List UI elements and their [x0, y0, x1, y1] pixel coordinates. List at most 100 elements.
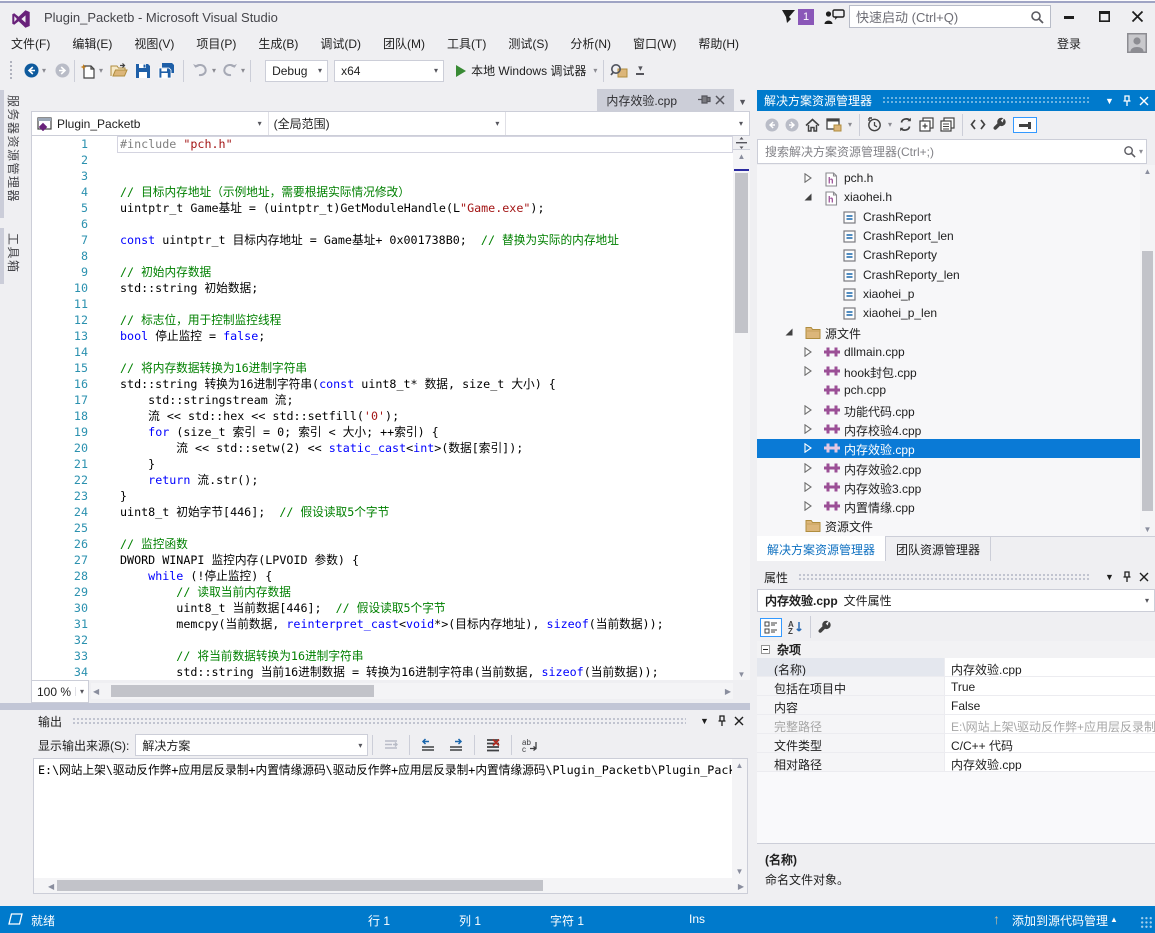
- quick-launch-search[interactable]: 快速启动 (Ctrl+Q): [849, 5, 1051, 28]
- property-row-2[interactable]: 包括在项目中True: [757, 677, 1155, 696]
- source-control-expand-icon[interactable]: ▲: [1110, 915, 1118, 924]
- menu-item-5[interactable]: 生成(B): [247, 31, 309, 56]
- undo-dropdown[interactable]: ▾: [209, 66, 219, 75]
- scroll-left-arrow[interactable]: ◀: [93, 687, 99, 696]
- tree-item-CrashReporty_len[interactable]: CrashReporty_len: [757, 266, 1138, 285]
- solution-explorer-menu-icon[interactable]: ▼: [1101, 93, 1118, 109]
- solution-explorer-title-bar[interactable]: 解决方案资源管理器 ▼: [757, 90, 1155, 111]
- new-file-icon[interactable]: [79, 63, 96, 79]
- collapsed-arrow-icon[interactable]: [803, 501, 813, 511]
- navbar-project-dropdown[interactable]: Plugin_Packetb ▾: [32, 112, 269, 135]
- platform-combo[interactable]: x64▾: [334, 60, 444, 82]
- clear-all-icon[interactable]: [485, 738, 501, 752]
- property-row-6[interactable]: 相对路径内存效验.cpp: [757, 753, 1155, 772]
- tab-toolbox[interactable]: 工具箱: [0, 228, 30, 284]
- tree-item-xiaohei.h[interactable]: hxiaohei.h: [757, 188, 1138, 207]
- collapse-all-icon[interactable]: [919, 117, 934, 132]
- property-row-3[interactable]: 内容False: [757, 696, 1155, 715]
- tree-item-内存效验3.cpp[interactable]: 内存效验3.cpp: [757, 478, 1138, 497]
- expanded-arrow-icon[interactable]: [784, 327, 794, 337]
- property-value[interactable]: 内存效验.cpp: [944, 753, 1155, 772]
- collapsed-arrow-icon[interactable]: [803, 463, 813, 473]
- notification-count-badge[interactable]: 1: [798, 9, 814, 25]
- tree-item-内置情缘.cpp[interactable]: 内置情缘.cpp: [757, 497, 1138, 516]
- output-scroll-up[interactable]: ▲: [732, 761, 747, 770]
- menu-item-9[interactable]: 测试(S): [497, 31, 559, 56]
- output-content[interactable]: E:\网站上架\驱动反作弊+应用层反录制+内置情缘源码\驱动反作弊+应用层反录制…: [33, 758, 748, 894]
- switch-views-icon[interactable]: [826, 117, 842, 132]
- property-value[interactable]: C/C++ 代码: [944, 734, 1155, 753]
- promote-preview-pin-icon[interactable]: [697, 94, 711, 106]
- collapsed-arrow-icon[interactable]: [803, 424, 813, 434]
- tree-item-内存效验.cpp[interactable]: 内存效验.cpp: [757, 439, 1155, 458]
- output-close-icon[interactable]: [730, 713, 747, 729]
- categorized-icon[interactable]: [760, 618, 782, 637]
- properties-pin-icon[interactable]: [1118, 569, 1135, 585]
- document-well-dropdown[interactable]: ▼: [738, 97, 747, 107]
- open-file-icon[interactable]: [110, 63, 128, 78]
- se-scroll-down[interactable]: ▼: [1140, 525, 1155, 534]
- menu-item-12[interactable]: 帮助(H): [687, 31, 750, 56]
- se-scroll-up[interactable]: ▲: [1140, 167, 1155, 176]
- add-to-source-control[interactable]: 添加到源代码管理: [1012, 912, 1108, 929]
- output-horizontal-scrollbar[interactable]: ◀ ▶: [34, 878, 747, 893]
- tree-item-pch.h[interactable]: hpch.h: [757, 169, 1138, 188]
- code-editor[interactable]: 1234567891011121314151617181920212223242…: [31, 136, 750, 680]
- scroll-up-arrow[interactable]: ▲: [733, 152, 750, 161]
- menu-item-8[interactable]: 工具(T): [436, 31, 497, 56]
- collapsed-arrow-icon[interactable]: [803, 366, 813, 376]
- editor-vertical-scrollbar[interactable]: ▲ ▼: [733, 136, 750, 680]
- tree-item-xiaohei_p[interactable]: xiaohei_p: [757, 285, 1138, 304]
- output-scroll-left[interactable]: ◀: [48, 882, 54, 891]
- redo-icon[interactable]: [221, 63, 238, 78]
- debugger-label[interactable]: 本地 Windows 调试器: [467, 62, 590, 79]
- menu-item-1[interactable]: 文件(F): [0, 31, 61, 56]
- output-title-bar[interactable]: 输出 ▼: [31, 710, 750, 732]
- solution-explorer-pin-icon[interactable]: [1118, 93, 1135, 109]
- tree-item-pch.cpp[interactable]: pch.cpp: [757, 381, 1138, 400]
- new-file-dropdown[interactable]: ▾: [96, 66, 106, 75]
- output-window-menu-icon[interactable]: ▼: [696, 713, 713, 729]
- properties-object-combo[interactable]: 内存效验.cpp 文件属性 ▾: [757, 589, 1155, 612]
- tree-item-xiaohei_p_len[interactable]: xiaohei_p_len: [757, 304, 1138, 323]
- output-hscroll-thumb[interactable]: [57, 880, 543, 891]
- document-tab[interactable]: 内存效验.cpp: [597, 89, 734, 111]
- editor-horizontal-scrollbar[interactable]: ◀ ▶: [91, 683, 733, 699]
- tree-item-内存效验2.cpp[interactable]: 内存效验2.cpp: [757, 459, 1138, 478]
- zoom-control[interactable]: 100 % ▾: [31, 680, 89, 703]
- menu-item-6[interactable]: 调试(D): [309, 31, 372, 56]
- feedback-icon[interactable]: [824, 8, 846, 25]
- collapsed-arrow-icon[interactable]: [803, 405, 813, 415]
- scroll-right-arrow[interactable]: ▶: [725, 687, 731, 696]
- properties-menu-icon[interactable]: ▼: [1101, 569, 1118, 585]
- tree-item-功能代码.cpp[interactable]: 功能代码.cpp: [757, 401, 1138, 420]
- editor-splitter-handle[interactable]: [733, 136, 750, 150]
- redo-dropdown[interactable]: ▾: [238, 66, 248, 75]
- property-row-5[interactable]: 文件类型C/C++ 代码: [757, 734, 1155, 753]
- scroll-down-arrow[interactable]: ▼: [733, 670, 750, 679]
- word-wrap-icon[interactable]: ab c: [522, 738, 540, 752]
- notifications-flag-icon[interactable]: [781, 9, 797, 24]
- navigate-forward-icon[interactable]: [55, 63, 70, 78]
- alphabetical-icon[interactable]: A Z: [788, 620, 804, 634]
- save-all-icon[interactable]: [158, 63, 176, 79]
- solution-explorer-scrollbar[interactable]: ▲ ▼: [1140, 165, 1155, 536]
- output-source-combo[interactable]: 解决方案▾: [135, 734, 368, 756]
- tree-item-内存校验4.cpp[interactable]: 内存校验4.cpp: [757, 420, 1138, 439]
- tree-item-CrashReporty[interactable]: CrashReporty: [757, 246, 1138, 265]
- find-message-icon[interactable]: [383, 738, 399, 752]
- properties-close-icon[interactable]: [1135, 569, 1152, 585]
- avatar-icon[interactable]: [1126, 32, 1148, 54]
- collapsed-arrow-icon[interactable]: [803, 482, 813, 492]
- editor-hscroll-thumb[interactable]: [111, 685, 374, 697]
- minimize-button[interactable]: [1054, 3, 1084, 29]
- tab-team-explorer[interactable]: 团队资源管理器: [886, 537, 991, 562]
- navbar-member-dropdown[interactable]: ▾: [506, 112, 749, 135]
- menu-item-7[interactable]: 团队(M): [372, 31, 436, 56]
- search-dropdown[interactable]: ▾: [1136, 147, 1146, 156]
- pending-changes-dropdown[interactable]: ▾: [885, 120, 895, 129]
- search-icon[interactable]: [1123, 145, 1136, 158]
- collapsed-arrow-icon[interactable]: [803, 347, 813, 357]
- switch-views-dropdown[interactable]: ▾: [845, 120, 855, 129]
- property-row-1[interactable]: (名称)内存效验.cpp: [757, 658, 1155, 677]
